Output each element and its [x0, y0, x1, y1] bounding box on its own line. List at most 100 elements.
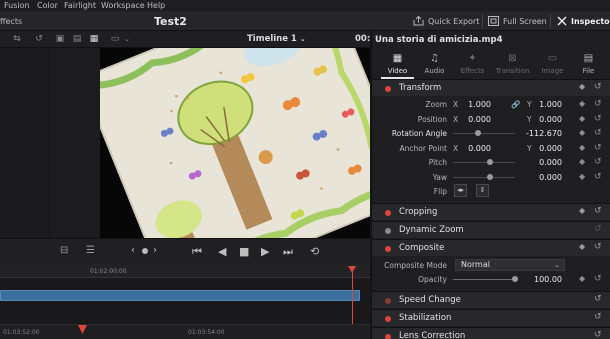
pitch-field[interactable]: 0.000 [524, 158, 562, 167]
panel-gap [50, 48, 100, 238]
reset-icon[interactable]: ↺ [594, 274, 602, 284]
keyframe-icon[interactable]: ◆ [579, 143, 585, 152]
anchor-point-row: Anchor Point X 0.000 Y 0.000 ◆ ↺ [372, 141, 610, 156]
yaw-slider[interactable] [453, 177, 515, 178]
viewer-layout-icon[interactable]: ▦ [89, 34, 99, 44]
keyframe-icon[interactable]: ◆ [579, 128, 585, 137]
menu-fusion[interactable]: Fusion [4, 1, 30, 10]
jog-wheel-indicator[interactable] [142, 248, 148, 254]
stop-icon[interactable]: ■ [239, 245, 249, 258]
timeline-ruler[interactable]: 01:02:00:00 [0, 264, 370, 278]
rotation-slider-knob[interactable] [475, 130, 481, 136]
keyframe-icon[interactable]: ◆ [579, 172, 585, 181]
enable-toggle[interactable] [385, 298, 391, 304]
opacity-slider-knob[interactable] [512, 276, 518, 282]
reset-icon[interactable]: ↺ [594, 312, 602, 322]
zoom-row: Zoom X 1.000 🔗 Y 1.000 ◆ ↺ [372, 97, 610, 112]
reset-icon[interactable]: ↺ [594, 330, 602, 339]
reset-icon[interactable]: ↺ [594, 128, 602, 138]
menu-color[interactable]: Color [37, 1, 58, 10]
jog-left-icon[interactable]: ‹ [131, 245, 135, 256]
rotation-slider[interactable] [453, 133, 515, 134]
dynamic-zoom-section-header[interactable]: Dynamic Zoom ↺ [372, 221, 610, 238]
image-view-icon[interactable]: ▤ [72, 34, 82, 44]
yaw-slider-knob[interactable] [487, 174, 493, 180]
opacity-field[interactable]: 100.00 [524, 275, 562, 284]
pitch-slider[interactable] [453, 162, 515, 163]
reset-icon[interactable]: ↺ [594, 114, 602, 124]
quick-export-button[interactable]: Quick Export [413, 14, 479, 28]
pitch-slider-knob[interactable] [487, 159, 493, 165]
enable-toggle[interactable] [385, 334, 391, 339]
tab-file[interactable]: ▤ File [565, 51, 610, 79]
flip-vertical-icon[interactable]: ⇕ [476, 184, 489, 197]
reset-icon[interactable]: ↺ [594, 172, 602, 182]
reset-icon[interactable]: ↺ [594, 99, 602, 109]
cropping-section-header[interactable]: Cropping ◆ ↺ [372, 203, 610, 220]
effects-library-tab[interactable]: ffects [0, 17, 22, 26]
enable-toggle[interactable] [385, 210, 391, 216]
thumbnail-view-icon[interactable]: ▣ [55, 34, 65, 44]
tab-label: File [582, 67, 595, 75]
menu-help[interactable]: Help [147, 1, 165, 10]
undo-icon[interactable]: ↺ [34, 34, 44, 44]
composite-section-header[interactable]: Composite ◆ ↺ [372, 239, 610, 256]
timeline-selector[interactable]: Timeline 1 ⌄ [247, 34, 306, 44]
menu-fairlight[interactable]: Fairlight [64, 1, 96, 10]
zoom-y-field[interactable]: 1.000 [524, 100, 562, 109]
enable-toggle[interactable] [385, 246, 391, 252]
rotation-field[interactable]: -112.670 [524, 129, 562, 138]
reset-icon[interactable]: ↺ [594, 206, 602, 216]
playback-options-icon[interactable]: ⊟ [60, 245, 68, 256]
speed-change-section-header[interactable]: Speed Change ↺ [372, 291, 610, 308]
play-reverse-icon[interactable]: ◀ [218, 245, 226, 258]
enable-toggle[interactable] [385, 316, 391, 322]
reset-icon[interactable]: ↺ [594, 82, 602, 92]
zoom-x-field[interactable]: 1.000 [453, 100, 491, 109]
yaw-field[interactable]: 0.000 [524, 173, 562, 182]
list-view-icon[interactable]: ⇆ [12, 34, 22, 44]
composite-mode-select[interactable]: Normal ⌄ [455, 259, 565, 271]
stabilization-section-header[interactable]: Stabilization ↺ [372, 309, 610, 326]
link-icon[interactable]: 🔗 [511, 100, 520, 109]
reset-icon[interactable]: ↺ [594, 224, 602, 234]
reset-icon[interactable]: ↺ [594, 143, 602, 153]
keyframe-icon[interactable]: ◆ [579, 206, 585, 215]
anchor-y-field[interactable]: 0.000 [524, 144, 562, 153]
playhead-marker[interactable] [348, 266, 356, 273]
lens-correction-section-header[interactable]: Lens Correction ↺ [372, 327, 610, 339]
chevron-down-icon[interactable]: ⌄ [122, 34, 132, 44]
bottom-timeline-ruler[interactable]: 01:03:52:00 01:03:54:00 [0, 324, 370, 339]
audio-settings-icon[interactable]: ☰ [86, 245, 95, 256]
timeline-area[interactable]: 01:02:00:00 01:03:52:00 01:03:54:00 [0, 264, 370, 339]
go-to-start-icon[interactable]: ⏮ [192, 245, 202, 259]
reset-icon[interactable]: ↺ [594, 157, 602, 167]
position-y-field[interactable]: 0.000 [524, 115, 562, 124]
jog-right-icon[interactable]: › [153, 245, 157, 256]
go-to-end-icon[interactable]: ⏭ [283, 245, 293, 259]
keyframe-icon[interactable]: ◆ [579, 274, 585, 283]
reset-icon[interactable]: ↺ [594, 242, 602, 252]
anchor-x-field[interactable]: 0.000 [453, 144, 491, 153]
timeline-clip[interactable] [0, 290, 360, 301]
opacity-slider[interactable] [453, 279, 515, 280]
keyframe-icon[interactable]: ◆ [579, 99, 585, 108]
full-screen-button[interactable]: Full Screen [488, 14, 547, 28]
flip-horizontal-icon[interactable]: ◂▸ [454, 184, 467, 197]
video-viewer[interactable] [100, 48, 370, 238]
menu-workspace[interactable]: Workspace [101, 1, 145, 10]
loop-icon[interactable]: ⟲ [310, 245, 319, 258]
keyframe-icon[interactable]: ◆ [579, 82, 585, 91]
reset-icon[interactable]: ↺ [594, 294, 602, 304]
keyframe-icon[interactable]: ◆ [579, 157, 585, 166]
viewer-options-icon[interactable]: ▭ [110, 34, 120, 44]
transform-section-header[interactable]: Transform ◆ ↺ [372, 79, 610, 96]
play-icon[interactable]: ▶ [261, 245, 269, 258]
position-x-field[interactable]: 0.000 [453, 115, 491, 124]
enable-toggle[interactable] [385, 86, 391, 92]
inspector-button[interactable]: Inspector [557, 14, 610, 28]
keyframe-icon[interactable]: ◆ [579, 242, 585, 251]
keyframe-icon[interactable]: ◆ [579, 114, 585, 123]
playhead-marker[interactable] [78, 325, 87, 334]
enable-toggle[interactable] [385, 228, 391, 234]
